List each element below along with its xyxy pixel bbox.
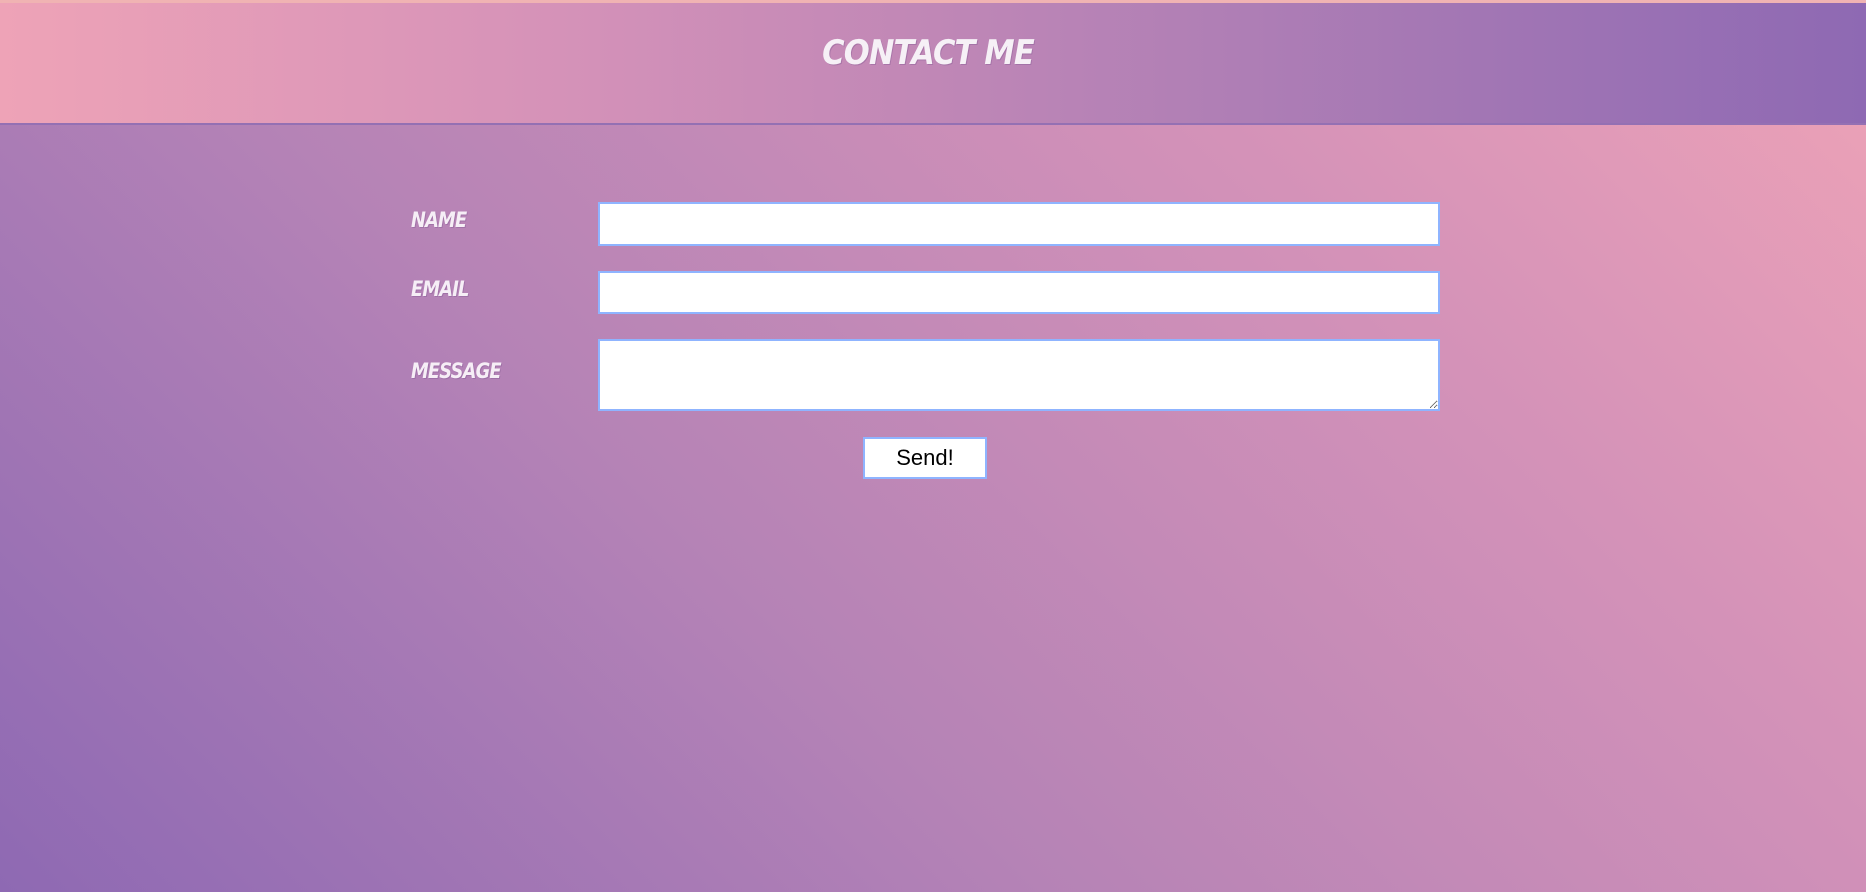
- message-textarea[interactable]: [598, 339, 1440, 411]
- page-header: Contact Me: [0, 0, 1866, 125]
- email-input[interactable]: [598, 271, 1440, 314]
- name-label: Name: [411, 208, 467, 232]
- page-title: Contact Me: [822, 33, 1035, 73]
- message-label: Message: [411, 359, 502, 383]
- email-label: Email: [411, 277, 469, 301]
- send-button[interactable]: Send!: [863, 437, 987, 479]
- name-input[interactable]: [598, 202, 1440, 246]
